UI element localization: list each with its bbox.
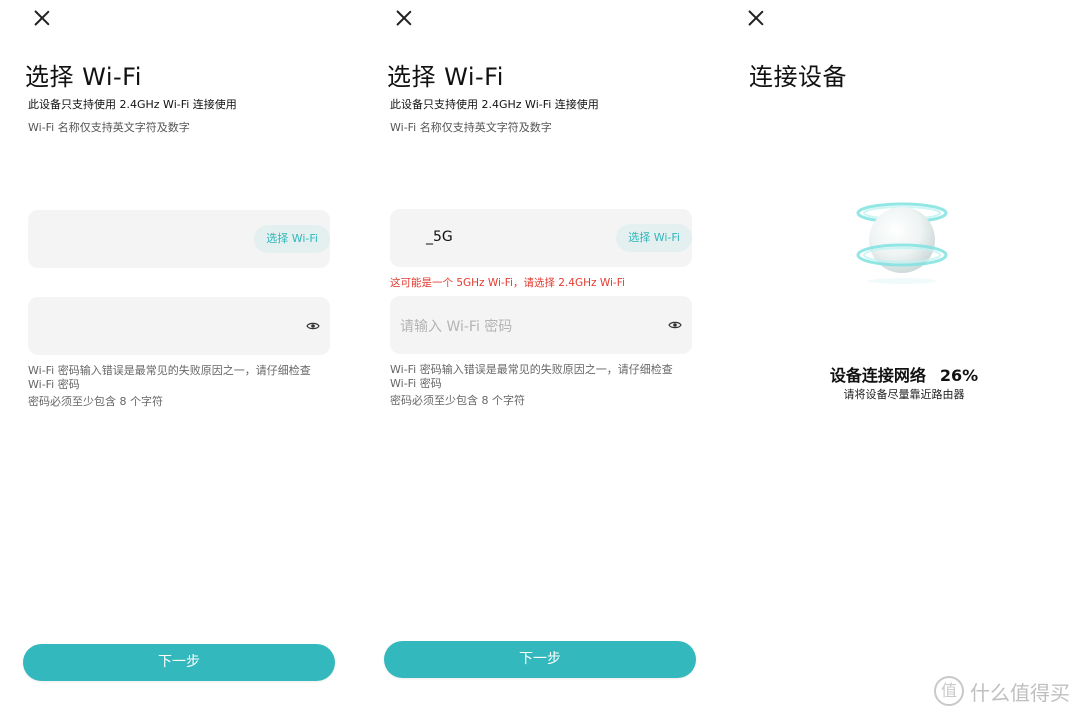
- screen-select-wifi-empty: 选择 Wi-Fi 此设备只支持使用 2.4GHz Wi-Fi 连接使用 Wi-F…: [0, 0, 360, 716]
- watermark-badge: 值: [934, 676, 964, 706]
- band-warning: 这可能是一个 5GHz Wi-Fi，请选择 2.4GHz Wi-Fi: [390, 277, 625, 289]
- band-requirement-text: 此设备只支持使用 2.4GHz Wi-Fi 连接使用: [28, 98, 237, 111]
- ssid-value: _5G: [426, 229, 453, 245]
- select-wifi-button[interactable]: 选择 Wi-Fi: [616, 224, 692, 252]
- password-length-hint: 密码必须至少包含 8 个字符: [390, 394, 525, 407]
- device-orb-icon: [856, 202, 948, 284]
- wifi-password-field[interactable]: 请输入 Wi-Fi 密码: [390, 296, 692, 354]
- password-error-hint: Wi-Fi 密码输入错误是最常见的失败原因之一，请仔细检查 Wi-Fi 密码: [390, 363, 673, 390]
- password-length-hint: 密码必须至少包含 8 个字符: [28, 395, 163, 408]
- screen-select-wifi-5g: 选择 Wi-Fi 此设备只支持使用 2.4GHz Wi-Fi 连接使用 Wi-F…: [362, 0, 722, 716]
- screen-connecting-device: 连接设备 设备连接网络 26% 请将设备尽量靠近路由器: [724, 0, 1080, 716]
- watermark: 值 什么值得买: [934, 676, 1070, 706]
- wifi-ssid-field[interactable]: _5G 选择 Wi-Fi: [390, 209, 692, 267]
- page-title: 选择 Wi-Fi: [387, 63, 504, 91]
- close-icon[interactable]: [747, 9, 765, 27]
- wifi-password-field[interactable]: [28, 297, 330, 355]
- eye-icon[interactable]: [306, 319, 320, 333]
- password-error-hint: Wi-Fi 密码输入错误是最常见的失败原因之一，请仔细检查 Wi-Fi 密码: [28, 364, 311, 391]
- select-wifi-button[interactable]: 选择 Wi-Fi: [254, 225, 330, 253]
- connection-status: 设备连接网络 26%: [724, 362, 1080, 386]
- password-placeholder: 请输入 Wi-Fi 密码: [400, 319, 513, 335]
- page-title: 连接设备: [749, 63, 847, 91]
- ssid-charset-text: Wi-Fi 名称仅支持英文字符及数字: [28, 121, 190, 134]
- close-icon[interactable]: [33, 9, 51, 27]
- next-button[interactable]: 下一步: [23, 644, 335, 681]
- watermark-text: 什么值得买: [970, 680, 1070, 705]
- status-label: 设备连接网络: [829, 366, 926, 385]
- proximity-hint: 请将设备尽量靠近路由器: [843, 388, 965, 401]
- progress-percent: 26%: [939, 366, 979, 385]
- band-requirement-text: 此设备只支持使用 2.4GHz Wi-Fi 连接使用: [390, 98, 599, 111]
- next-button[interactable]: 下一步: [384, 641, 696, 678]
- close-icon[interactable]: [395, 9, 413, 27]
- wifi-ssid-field[interactable]: 选择 Wi-Fi: [28, 210, 330, 268]
- eye-icon[interactable]: [668, 318, 682, 332]
- page-title: 选择 Wi-Fi: [25, 63, 142, 91]
- ssid-charset-text: Wi-Fi 名称仅支持英文字符及数字: [390, 121, 552, 134]
